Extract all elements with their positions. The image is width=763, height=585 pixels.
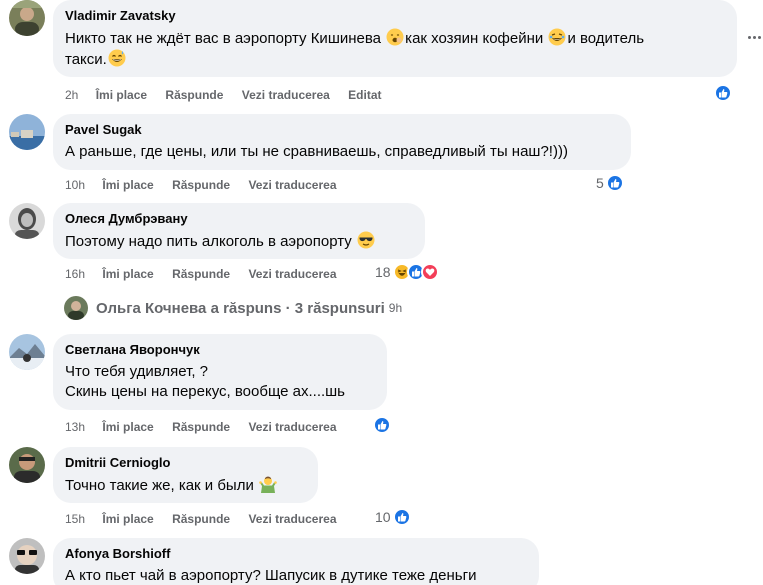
comment-text: Точно такие же, как и были (65, 475, 306, 496)
comment-author[interactable]: Pavel Sugak (65, 122, 619, 138)
like-button[interactable]: Îmi place (102, 266, 153, 282)
reply-button[interactable]: Răspunde (165, 87, 223, 103)
comment-text-part: как хозяин кофейни (405, 30, 548, 47)
reactions-summary[interactable]: 18 (375, 263, 439, 281)
comment-text-line: Что тебя удивляет, ? (65, 363, 208, 380)
sunglasses-face-emoji-icon (357, 231, 375, 249)
comment-actions: 13h Îmi place Răspunde Vezi traducerea (65, 419, 352, 435)
comment-time[interactable]: 13h (65, 419, 85, 435)
reactions-summary[interactable]: 10 (375, 508, 411, 526)
comment-actions: 15h Îmi place Răspunde Vezi traducerea (65, 511, 352, 527)
avatar[interactable] (9, 334, 45, 370)
see-translation-button[interactable]: Vezi traducerea (248, 511, 336, 527)
comment-text-part: такси. (65, 51, 107, 68)
comment-text-line: А раньше, где цены, или ты не сравниваеш… (65, 143, 568, 160)
comment-author[interactable]: Светлана Яворончук (65, 342, 375, 358)
comment-text: Что тебя удивляет, ? Скинь цены на перек… (65, 362, 375, 402)
comment-author[interactable]: Dmitrii Cernioglo (65, 455, 306, 471)
more-options-icon[interactable] (748, 30, 762, 44)
yawning-face-emoji-icon (386, 28, 404, 46)
comment-bubble: Afonya Borshioff А кто пьет чай в аэропо… (53, 538, 539, 585)
like-button[interactable]: Îmi place (102, 419, 153, 435)
comment-text-part: Точно такие же, как и были (65, 477, 259, 494)
comment-text-part: Поэтому надо пить алкоголь в аэропорту (65, 233, 356, 250)
like-button[interactable]: Îmi place (96, 87, 147, 103)
reactions-summary[interactable]: 5 (596, 174, 624, 192)
reaction-count: 10 (375, 509, 391, 525)
comment-time[interactable]: 2h (65, 87, 78, 103)
reactions-summary[interactable] (714, 84, 732, 102)
comment-author[interactable]: Vladimir Zavatsky (65, 8, 725, 24)
edited-label: Editat (348, 88, 382, 102)
comment-actions: 10h Îmi place Răspunde Vezi traducerea (65, 177, 352, 193)
reactions-summary[interactable] (373, 416, 391, 434)
comment-actions: 16h Îmi place Răspunde Vezi traducerea (65, 266, 352, 282)
comment-bubble: Vladimir Zavatsky Никто так не ждёт вас … (53, 0, 737, 77)
comment-time[interactable]: 15h (65, 511, 85, 527)
reaction-count: 5 (596, 175, 604, 191)
reply-author-avatar (64, 296, 88, 320)
replies-time: 9h (388, 301, 403, 315)
view-replies-label[interactable]: Ольга Кочнева a răspuns · 3 răspunsuri (96, 300, 385, 317)
comment-text-part: и водитель (567, 30, 645, 47)
reaction-count: 18 (375, 264, 391, 280)
comment-bubble: Олеся Думбрэвану Поэтому надо пить алког… (53, 203, 425, 259)
avatar[interactable] (9, 114, 45, 150)
avatar[interactable] (9, 0, 45, 36)
comment-text-line: А кто пьет чай в аэропорту? Шапусик в ду… (65, 567, 477, 584)
comment-author[interactable]: Afonya Borshioff (65, 546, 527, 562)
like-button[interactable]: Îmi place (102, 177, 153, 193)
comment-text-part: Никто так не ждёт вас в аэропорту Кишине… (65, 30, 386, 47)
comment-bubble: Dmitrii Cernioglo Точно такие же, как и … (53, 447, 318, 503)
comment-text-line: Скинь цены на перекус, вообще ах....шь (65, 383, 345, 400)
comment-bubble: Светлана Яворончук Что тебя удивляет, ? … (53, 334, 387, 410)
comment-time[interactable]: 16h (65, 266, 85, 282)
see-translation-button[interactable]: Vezi traducerea (248, 177, 336, 193)
comment-text: Поэтому надо пить алкоголь в аэропорту (65, 231, 413, 252)
comment-text: А кто пьет чай в аэропорту? Шапусик в ду… (65, 566, 527, 585)
shrug-person-emoji-icon (259, 475, 277, 493)
comment-text: А раньше, где цены, или ты не сравниваеш… (65, 142, 619, 162)
reply-button[interactable]: Răspunde (172, 419, 230, 435)
laughing-face-emoji-icon (548, 28, 566, 46)
see-translation-button[interactable]: Vezi traducerea (248, 266, 336, 282)
like-reaction-icon (714, 84, 732, 102)
grinning-sweat-emoji-icon (108, 49, 126, 67)
reply-button[interactable]: Răspunde (172, 511, 230, 527)
comment-time[interactable]: 10h (65, 177, 85, 193)
see-translation-button[interactable]: Vezi traducerea (248, 419, 336, 435)
comment-bubble: Pavel Sugak А раньше, где цены, или ты н… (53, 114, 631, 170)
avatar[interactable] (9, 203, 45, 239)
comment-text: Никто так не ждёт вас в аэропорту Кишине… (65, 28, 725, 70)
like-button[interactable]: Îmi place (102, 511, 153, 527)
reply-button[interactable]: Răspunde (172, 177, 230, 193)
comment-author[interactable]: Олеся Думбрэвану (65, 211, 413, 227)
view-replies-link[interactable]: Ольга Кочнева a răspuns · 3 răspunsuri 9… (64, 296, 402, 320)
avatar[interactable] (9, 447, 45, 483)
reply-button[interactable]: Răspunde (172, 266, 230, 282)
like-reaction-icon (373, 416, 391, 434)
see-translation-button[interactable]: Vezi traducerea (242, 87, 330, 103)
comment-actions: 2h Îmi place Răspunde Vezi traducerea Ed… (65, 87, 397, 103)
avatar[interactable] (9, 538, 45, 574)
like-reaction-icon (605, 174, 624, 192)
like-reaction-icon (392, 508, 411, 526)
love-reaction-icon (420, 263, 439, 281)
